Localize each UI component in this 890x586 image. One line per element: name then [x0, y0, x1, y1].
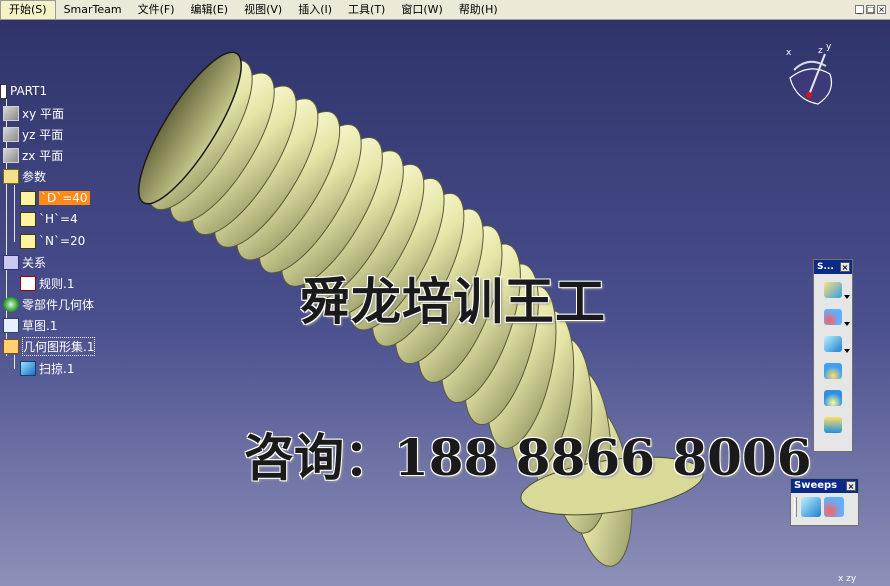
toolbar-sweeps-close-icon[interactable]: ×	[846, 481, 856, 491]
tree-node-part[interactable]: PART1	[0, 82, 47, 100]
sweep-circle-button[interactable]	[822, 306, 850, 328]
tree-node-param-d[interactable]: `D`=40	[20, 189, 90, 207]
tree-node-relations[interactable]: 关系	[3, 253, 46, 271]
watermark-contact: 咨询：188 8866 8006	[244, 418, 812, 490]
toolbar-close-icon[interactable]: ×	[840, 262, 850, 272]
tree-node-yz-plane[interactable]: yz 平面	[3, 125, 63, 143]
toolbar-sweep-tools: S... ×	[813, 259, 853, 452]
relations-icon	[3, 254, 19, 270]
compass-y-label: y	[826, 42, 832, 52]
tree-node-sketch[interactable]: 草图.1	[3, 316, 57, 334]
tree-node-rule[interactable]: 规则.1	[20, 274, 74, 292]
sweep-icon	[20, 360, 36, 376]
tree-branch-params	[14, 185, 15, 242]
sweep-line-icon	[824, 282, 842, 298]
tree-node-geoset[interactable]: 几何图形集.1	[3, 336, 96, 356]
dropdown-arrow-icon	[844, 295, 850, 299]
compass-x-label: x	[786, 48, 792, 58]
compass-widget[interactable]: x z y	[782, 40, 842, 110]
toolbar-sweeps-title-text: Sweeps	[794, 480, 838, 491]
sketch-icon	[3, 317, 19, 333]
tree-node-param-n[interactable]: `N`=20	[20, 232, 85, 250]
tree-node-parameters[interactable]: 参数	[3, 167, 46, 185]
watermark-phone: 188 8866 8006	[394, 428, 812, 487]
parameter-icon	[20, 233, 36, 249]
sweep-button[interactable]	[801, 497, 821, 517]
tree-node-zx-plane[interactable]: zx 平面	[3, 146, 63, 164]
adaptive-sweep-button[interactable]	[822, 360, 844, 382]
dropdown-arrow-icon	[844, 322, 850, 326]
blend-button[interactable]	[822, 387, 844, 409]
multi-section-button[interactable]	[822, 414, 844, 436]
toolbar-title[interactable]: S... ×	[814, 260, 852, 274]
axis-indicator: x zy	[838, 574, 857, 584]
parameter-icon	[20, 190, 36, 206]
rule-icon	[20, 275, 36, 291]
tree-node-sweep[interactable]: 扫掠.1	[20, 359, 74, 377]
adaptive-sweep-icon	[824, 363, 842, 379]
blend-icon	[824, 390, 842, 406]
parameters-icon	[3, 168, 19, 184]
sweep-conic-icon	[824, 336, 842, 352]
tree-node-body[interactable]: 零部件几何体	[3, 295, 94, 313]
sweep-line-button[interactable]	[822, 279, 850, 301]
geometrical-set-icon	[3, 338, 19, 354]
plane-icon	[3, 105, 19, 121]
tree-branch-geoset	[14, 355, 15, 369]
toolbar-title-text: S...	[817, 262, 834, 272]
part-icon	[0, 83, 7, 99]
sweep-circle-icon	[824, 309, 842, 325]
body-icon	[3, 296, 19, 312]
multi-section-icon	[824, 417, 842, 433]
compass-z-label: z	[818, 46, 823, 56]
watermark-title: 舜龙培训王工	[300, 273, 606, 331]
watermark-contact-label: 咨询：	[244, 429, 394, 487]
dropdown-arrow-icon	[844, 349, 850, 353]
plane-icon	[3, 147, 19, 163]
tree-node-xy-plane[interactable]: xy 平面	[3, 104, 64, 122]
toolbar-sweeps-title[interactable]: Sweeps ×	[791, 479, 858, 493]
sweep-conic-button[interactable]	[822, 333, 850, 355]
toolbar-sweeps: Sweeps ×	[790, 478, 859, 526]
adaptive-sweep-button[interactable]	[824, 497, 844, 517]
plane-icon	[3, 126, 19, 142]
toolbar-grip[interactable]	[794, 497, 797, 517]
parameter-icon	[20, 211, 36, 227]
tree-node-param-h[interactable]: `H`=4	[20, 210, 78, 228]
